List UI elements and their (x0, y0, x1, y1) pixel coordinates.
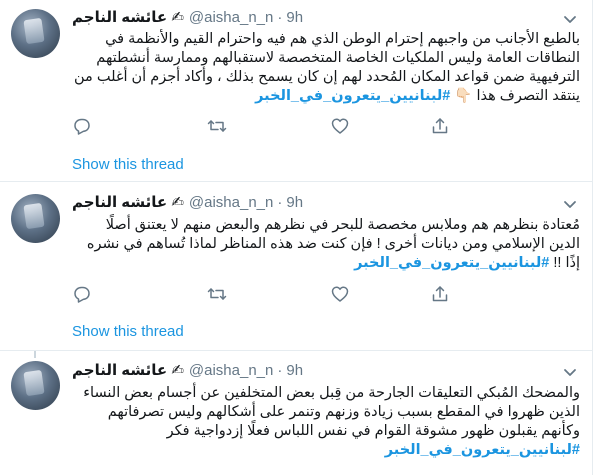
show-thread-link[interactable]: Show this thread (72, 323, 184, 340)
separator-dot: · (277, 8, 283, 26)
chevron-down-icon[interactable] (560, 9, 580, 29)
avatar[interactable] (11, 194, 60, 243)
handle[interactable]: @aisha_n_n (189, 9, 273, 26)
hashtag-link[interactable]: #لبنانيين_يتعرون_في_الخبر (354, 255, 549, 271)
retweet-icon[interactable] (207, 116, 227, 136)
timeline-feed: عائشه الناجم ✍ @aisha_n_n · 9h بالطبع ال… (0, 0, 597, 475)
tweet-text: مُعتادة بنظرهم هم وملابس مخصصة للبحر في … (72, 216, 580, 273)
tweet-header: عائشه الناجم ✍ @aisha_n_n · 9h (72, 7, 303, 27)
tweet-actions (72, 284, 452, 304)
like-icon[interactable] (330, 116, 350, 136)
chevron-down-icon[interactable] (560, 194, 580, 214)
hashtag-link[interactable]: #لبنانيين_يتعرون_في_الخبر (385, 442, 580, 458)
timestamp[interactable]: 9h (286, 9, 303, 26)
reply-icon[interactable] (72, 284, 92, 304)
retweet-icon[interactable] (207, 284, 227, 304)
hashtag-link[interactable]: #لبنانيين_يتعرون_في_الخبر (255, 88, 450, 104)
separator-dot: · (277, 193, 283, 211)
avatar[interactable] (11, 9, 60, 58)
display-name[interactable]: عائشه الناجم ✍ (72, 193, 184, 211)
thread-connector (34, 351, 36, 358)
timestamp[interactable]: 9h (286, 362, 303, 379)
tweet-header: عائشه الناجم ✍ @aisha_n_n · 9h (72, 360, 303, 380)
chevron-down-icon[interactable] (560, 362, 580, 382)
tweet[interactable]: عائشه الناجم ✍ @aisha_n_n · 9h بالطبع ال… (0, 0, 592, 143)
show-thread-link[interactable]: Show this thread (72, 156, 184, 173)
separator-dot: · (277, 361, 283, 379)
avatar[interactable] (11, 361, 60, 410)
tweet-actions (72, 116, 452, 136)
tweet-text-content: والمضحك المُبكي التعليقات الجارحة من قِب… (83, 385, 580, 439)
tweet-header: عائشه الناجم ✍ @aisha_n_n · 9h (72, 192, 303, 212)
handle[interactable]: @aisha_n_n (189, 194, 273, 211)
reply-icon[interactable] (72, 116, 92, 136)
timestamp[interactable]: 9h (286, 194, 303, 211)
column-border (592, 0, 593, 475)
tweet[interactable]: عائشه الناجم ✍ @aisha_n_n · 9h والمضحك ا… (0, 351, 592, 475)
like-icon[interactable] (330, 284, 350, 304)
share-icon[interactable] (430, 116, 450, 136)
handle[interactable]: @aisha_n_n (189, 362, 273, 379)
display-name[interactable]: عائشه الناجم ✍ (72, 361, 184, 379)
tweet[interactable]: عائشه الناجم ✍ @aisha_n_n · 9h مُعتادة ب… (0, 182, 592, 303)
tweet-text: والمضحك المُبكي التعليقات الجارحة من قِب… (72, 384, 580, 460)
tweet-text: بالطبع الأجانب من واجبهم إحترام الوطن ال… (72, 30, 580, 106)
display-name[interactable]: عائشه الناجم ✍ (72, 8, 184, 26)
share-icon[interactable] (430, 284, 450, 304)
